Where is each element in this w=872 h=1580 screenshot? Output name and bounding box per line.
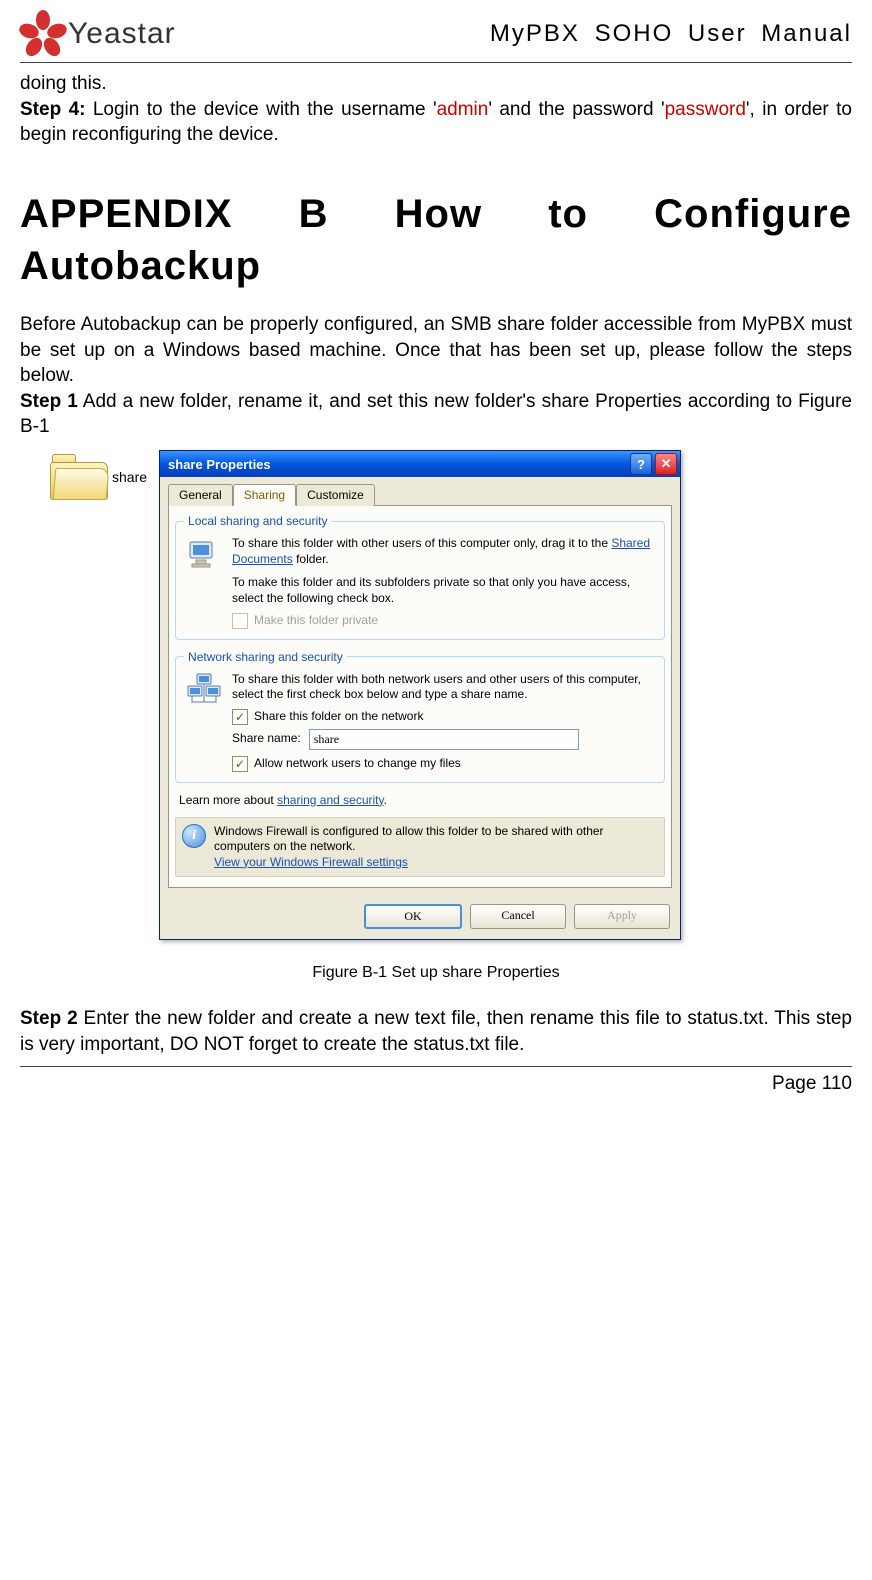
step4-text-b: ' and the password ': [488, 99, 664, 120]
local-sharing-group: Local sharing and security To share this…: [175, 514, 665, 639]
appendix-heading: APPENDIX B How to Configure Autobackup: [20, 188, 852, 292]
sharing-security-link[interactable]: sharing and security: [277, 793, 384, 807]
brand-logo: Yeastar: [20, 10, 176, 58]
brand-name: Yeastar: [68, 17, 176, 51]
learn-more: Learn more about sharing and security.: [179, 793, 665, 807]
folder-icon: [50, 454, 106, 500]
share-name-input[interactable]: [309, 729, 579, 750]
network-line1: To share this folder with both network u…: [232, 672, 641, 702]
close-button[interactable]: ✕: [655, 453, 677, 475]
tab-body: Local sharing and security To share this…: [168, 505, 672, 888]
learn-suffix: .: [384, 793, 387, 807]
flower-icon: [20, 10, 68, 58]
step2-paragraph: Step 2 Enter the new folder and create a…: [20, 1006, 852, 1057]
share-folder: share: [50, 454, 147, 500]
firewall-info: i Windows Firewall is configured to allo…: [175, 817, 665, 878]
step2-text: Enter the new folder and create a new te…: [20, 1008, 852, 1055]
dialog-buttons: OK Cancel Apply: [160, 896, 680, 939]
step4-label: Step 4:: [20, 99, 85, 120]
share-name-label: Share name:: [232, 731, 301, 747]
label-allow-change: Allow network users to change my files: [254, 756, 461, 772]
figure-caption: Figure B-1 Set up share Properties: [20, 964, 852, 982]
network-sharing-group: Network sharing and security: [175, 650, 665, 783]
step4-password: password: [665, 99, 746, 120]
checkbox-make-private: [232, 613, 248, 629]
step4-username: admin: [437, 99, 489, 120]
page-footer: Page 110: [20, 1066, 852, 1095]
network-legend: Network sharing and security: [184, 650, 347, 664]
computer-icon: [184, 536, 224, 576]
local-text: To share this folder with other users of…: [232, 536, 656, 630]
step2-label: Step 2: [20, 1008, 78, 1029]
network-text: To share this folder with both network u…: [232, 672, 656, 774]
apply-button: Apply: [574, 904, 670, 929]
checkbox-share-network[interactable]: ✓: [232, 709, 248, 725]
info-icon: i: [182, 824, 206, 848]
tabs: General Sharing Customize: [160, 477, 680, 505]
tab-sharing[interactable]: Sharing: [233, 484, 296, 506]
step1-paragraph: Step 1 Add a new folder, rename it, and …: [20, 389, 852, 440]
figure-b1: share share Properties ? ✕ General Shari…: [20, 450, 852, 982]
step1-label: Step 1: [20, 391, 78, 412]
firewall-text: Windows Firewall is configured to allow …: [214, 824, 604, 854]
step4-text-a: Login to the device with the username ': [85, 99, 436, 120]
help-button[interactable]: ?: [630, 453, 652, 475]
local-line2: To make this folder and its subfolders p…: [232, 575, 630, 605]
dialog-title: share Properties: [168, 457, 271, 472]
local-legend: Local sharing and security: [184, 514, 331, 528]
local-line1b: folder.: [293, 552, 329, 566]
label-share-network: Share this folder on the network: [254, 709, 423, 725]
appendix-intro: Before Autobackup can be properly config…: [20, 312, 852, 389]
cancel-button[interactable]: Cancel: [470, 904, 566, 929]
network-icon: [184, 672, 224, 712]
checkbox-allow-change[interactable]: ✓: [232, 756, 248, 772]
local-line1a: To share this folder with other users of…: [232, 536, 611, 550]
tab-general[interactable]: General: [168, 484, 233, 506]
step1-text: Add a new folder, rename it, and set thi…: [20, 391, 852, 438]
label-make-private: Make this folder private: [254, 613, 378, 629]
dialog-titlebar: share Properties ? ✕: [160, 451, 680, 477]
step4-paragraph: Step 4: Login to the device with the use…: [20, 97, 852, 148]
manual-title: MyPBX SOHO User Manual: [490, 20, 852, 48]
ok-button[interactable]: OK: [364, 904, 462, 929]
tab-customize[interactable]: Customize: [296, 484, 375, 506]
learn-prefix: Learn more about: [179, 793, 277, 807]
share-properties-dialog: share Properties ? ✕ General Sharing Cus…: [159, 450, 681, 940]
page-header: Yeastar MyPBX SOHO User Manual: [20, 10, 852, 63]
firewall-settings-link[interactable]: View your Windows Firewall settings: [214, 855, 408, 869]
folder-label: share: [112, 469, 147, 485]
continuation-line: doing this.: [20, 71, 852, 97]
